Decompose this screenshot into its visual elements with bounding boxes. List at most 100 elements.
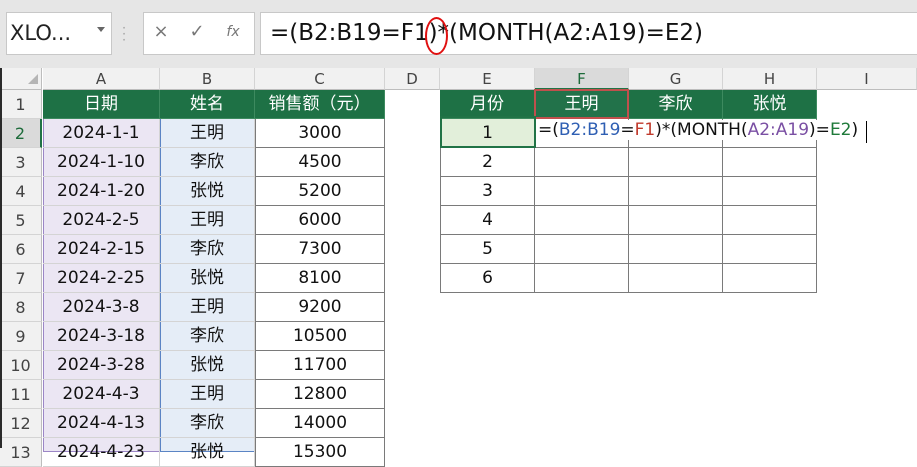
table-cell-b[interactable]: 李欣 bbox=[160, 235, 255, 264]
result-cell[interactable] bbox=[629, 206, 723, 235]
formula-ref-f1: F1 bbox=[634, 120, 656, 140]
month-cell[interactable]: 6 bbox=[440, 264, 535, 293]
column-header-b[interactable]: B bbox=[160, 68, 255, 90]
row-header-5[interactable]: 5 bbox=[0, 206, 42, 235]
month-cell[interactable]: 4 bbox=[440, 206, 535, 235]
table-cell-c[interactable]: 5200 bbox=[255, 177, 385, 206]
result-cell[interactable] bbox=[535, 148, 629, 177]
row-header-6[interactable]: 6 bbox=[0, 235, 42, 264]
column-header-g[interactable]: G bbox=[629, 68, 723, 90]
result-cell[interactable] bbox=[535, 235, 629, 264]
table-cell-c[interactable]: 3000 bbox=[255, 119, 385, 148]
formula-text: =(B2:B19=F1)*(MONTH(A2:A19)=E2) bbox=[270, 20, 704, 46]
column-header-c[interactable]: C bbox=[255, 68, 385, 90]
result-cell[interactable] bbox=[723, 206, 817, 235]
table2-header-e[interactable]: 月份 bbox=[440, 90, 535, 119]
table-cell-c[interactable]: 6000 bbox=[255, 206, 385, 235]
result-cell[interactable] bbox=[535, 177, 629, 206]
formula-buttons: × ✓ fx bbox=[143, 12, 255, 55]
table-cell-b[interactable]: 王明 bbox=[160, 380, 255, 409]
table-cell-a[interactable]: 2024-1-20 bbox=[43, 177, 160, 206]
table-header-c[interactable]: 销售额（元） bbox=[255, 90, 385, 119]
row-header-10[interactable]: 10 bbox=[0, 351, 42, 380]
table-header-a[interactable]: 日期 bbox=[43, 90, 160, 119]
column-header-h[interactable]: H bbox=[723, 68, 817, 90]
table-cell-c[interactable]: 4500 bbox=[255, 148, 385, 177]
table-cell-b[interactable]: 李欣 bbox=[160, 322, 255, 351]
result-cell[interactable] bbox=[629, 148, 723, 177]
column-header-e[interactable]: E bbox=[440, 68, 535, 90]
cell-F1[interactable]: 王明 bbox=[536, 91, 627, 117]
active-cell-E2[interactable] bbox=[440, 116, 536, 148]
name-box-dropdown-icon[interactable] bbox=[97, 27, 105, 32]
row-header-11[interactable]: 11 bbox=[0, 380, 42, 409]
table2-header-g[interactable]: 李欣 bbox=[629, 90, 723, 119]
table2-header-h[interactable]: 张悦 bbox=[723, 90, 817, 119]
row-header-3[interactable]: 3 bbox=[0, 148, 42, 177]
formula-part: = bbox=[620, 120, 635, 140]
month-cell[interactable]: 5 bbox=[440, 235, 535, 264]
table-cell-a[interactable]: 2024-3-28 bbox=[43, 351, 160, 380]
cancel-icon[interactable]: × bbox=[148, 21, 174, 42]
table-cell-c[interactable]: 10500 bbox=[255, 322, 385, 351]
result-cell[interactable] bbox=[723, 235, 817, 264]
table-cell-b[interactable]: 王明 bbox=[160, 293, 255, 322]
enter-icon[interactable]: ✓ bbox=[184, 21, 210, 42]
table-cell-b[interactable]: 李欣 bbox=[160, 409, 255, 438]
table-cell-c[interactable]: 9200 bbox=[255, 293, 385, 322]
table-cell-a[interactable]: 2024-3-18 bbox=[43, 322, 160, 351]
table-cell-a[interactable]: 2024-4-23 bbox=[43, 438, 160, 467]
result-cell[interactable] bbox=[629, 235, 723, 264]
table-cell-b[interactable]: 王明 bbox=[160, 119, 255, 148]
month-cell[interactable]: 3 bbox=[440, 177, 535, 206]
result-cell[interactable] bbox=[723, 264, 817, 293]
table-cell-b[interactable]: 张悦 bbox=[160, 438, 255, 467]
table-cell-a[interactable]: 2024-2-25 bbox=[43, 264, 160, 293]
table-cell-b[interactable]: 张悦 bbox=[160, 177, 255, 206]
row-header-13[interactable]: 13 bbox=[0, 438, 42, 467]
window-edge bbox=[0, 68, 2, 448]
text-caret bbox=[866, 121, 867, 143]
insert-function-icon[interactable]: fx bbox=[220, 24, 246, 40]
table-cell-c[interactable]: 8100 bbox=[255, 264, 385, 293]
table-cell-c[interactable]: 11700 bbox=[255, 351, 385, 380]
row-header-2[interactable]: 2 bbox=[0, 119, 42, 148]
row-header-9[interactable]: 9 bbox=[0, 322, 42, 351]
row-header-12[interactable]: 12 bbox=[0, 409, 42, 438]
table-cell-c[interactable]: 15300 bbox=[255, 438, 385, 467]
table-cell-b[interactable]: 张悦 bbox=[160, 264, 255, 293]
result-cell[interactable] bbox=[723, 177, 817, 206]
table-header-b[interactable]: 姓名 bbox=[160, 90, 255, 119]
in-cell-formula[interactable]: =(B2:B19=F1)*(MONTH(A2:A19)=E2) bbox=[538, 120, 861, 140]
table-cell-a[interactable]: 2024-3-8 bbox=[43, 293, 160, 322]
result-cell[interactable] bbox=[535, 264, 629, 293]
table-cell-a[interactable]: 2024-1-1 bbox=[43, 119, 160, 148]
formula-part: )= bbox=[809, 120, 830, 140]
table-cell-c[interactable]: 12800 bbox=[255, 380, 385, 409]
result-cell[interactable] bbox=[723, 148, 817, 177]
table-cell-a[interactable]: 2024-1-10 bbox=[43, 148, 160, 177]
table-cell-b[interactable]: 李欣 bbox=[160, 148, 255, 177]
row-header-8[interactable]: 8 bbox=[0, 293, 42, 322]
table-cell-b[interactable]: 王明 bbox=[160, 206, 255, 235]
table-cell-a[interactable]: 2024-4-3 bbox=[43, 380, 160, 409]
drag-handle-icon[interactable]: · · · bbox=[120, 22, 128, 46]
row-header-7[interactable]: 7 bbox=[0, 264, 42, 293]
table-cell-a[interactable]: 2024-2-5 bbox=[43, 206, 160, 235]
column-header-a[interactable]: A bbox=[43, 68, 160, 90]
table-cell-b[interactable]: 张悦 bbox=[160, 351, 255, 380]
select-all-icon bbox=[28, 74, 38, 84]
table-cell-c[interactable]: 7300 bbox=[255, 235, 385, 264]
column-header-f[interactable]: F bbox=[535, 68, 629, 90]
result-cell[interactable] bbox=[629, 264, 723, 293]
table-cell-c[interactable]: 14000 bbox=[255, 409, 385, 438]
table-cell-a[interactable]: 2024-4-13 bbox=[43, 409, 160, 438]
month-cell[interactable]: 2 bbox=[440, 148, 535, 177]
column-header-i[interactable]: I bbox=[817, 68, 917, 90]
result-cell[interactable] bbox=[535, 206, 629, 235]
result-cell[interactable] bbox=[629, 177, 723, 206]
row-header-4[interactable]: 4 bbox=[0, 177, 42, 206]
column-header-d[interactable]: D bbox=[385, 68, 440, 90]
row-header-1[interactable]: 1 bbox=[0, 90, 42, 119]
table-cell-a[interactable]: 2024-2-15 bbox=[43, 235, 160, 264]
